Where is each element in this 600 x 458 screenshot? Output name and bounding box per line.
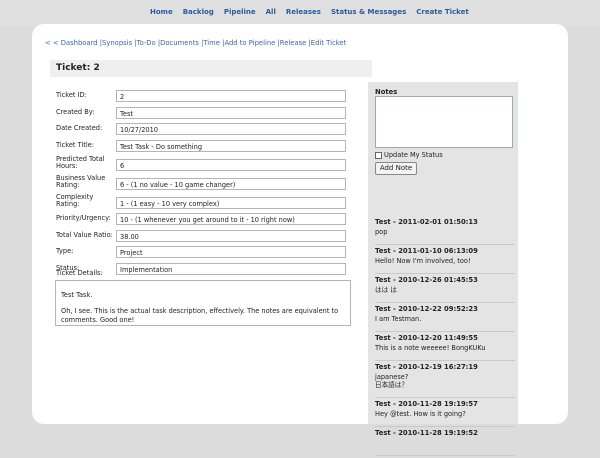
note-header: Test - 2010-12-20 11:49:55 <box>375 334 478 342</box>
note-header: Test - 2010-12-19 16:27:19 <box>375 363 478 371</box>
nav-pipeline-link[interactable]: Pipeline <box>224 8 256 16</box>
notes-sidebar: Notes Update My Status Add Note Test - 2… <box>368 82 518 456</box>
ticket-heading: Ticket: 2 <box>50 60 372 77</box>
update-status-checkbox[interactable] <box>375 151 382 159</box>
nav-create-ticket-link[interactable]: Create Ticket <box>416 8 468 16</box>
note-header: Test - 2010-11-28 19:19:52 <box>375 429 478 437</box>
field-row-created-by: Created By: Test <box>54 106 360 123</box>
field-label: Ticket ID: <box>56 91 87 99</box>
note-body: This is a note weeeee! BongKUKu <box>375 344 486 352</box>
field-label: Ticket Title: <box>56 140 94 149</box>
note-header: Test - 2010-11-28 19:19:57 <box>375 400 478 408</box>
notes-list: Test - 2011-02-01 01:50:13 pop Test - 20… <box>375 218 515 458</box>
note-body: Hello! Now I'm involved, too! <box>375 257 471 265</box>
field-row-ticket-title: Ticket Title: Test Task - Do something <box>54 139 360 156</box>
note-body: pop <box>375 228 388 236</box>
note-item: Test - 2010-11-28 19:19:57 Hey @test. Ho… <box>375 400 515 427</box>
ticket-details-label: Ticket Details: <box>56 269 103 277</box>
complexity-field[interactable]: 1 - (1 easy - 10 very complex) <box>116 197 346 209</box>
date-created-field[interactable]: 10/27/2010 <box>116 123 346 135</box>
nav-backlog-link[interactable]: Backlog <box>183 8 214 16</box>
field-label: Predicted Total Hours: <box>56 155 105 170</box>
field-row-business-value: Business Value Rating: 6 - (1 no value -… <box>54 175 360 193</box>
top-navigation: Home Backlog Pipeline All Releases Statu… <box>0 0 600 26</box>
nav-status-messages-link[interactable]: Status & Messages <box>331 8 406 16</box>
field-row-priority: Priority/Urgency: 10 - (1 whenever you g… <box>54 213 360 229</box>
priority-field[interactable]: 10 - (1 whenever you get around to it - … <box>116 213 346 225</box>
ticket-id-field[interactable]: 2 <box>116 90 346 102</box>
field-row-complexity: Complexity Rating: 1 - (1 easy - 10 very… <box>54 194 360 212</box>
field-label: Priority/Urgency: <box>56 214 111 222</box>
notes-title: Notes <box>375 88 398 96</box>
business-value-field[interactable]: 6 - (1 no value - 10 game changer) <box>116 178 346 190</box>
ticket-subnav[interactable]: < < Dashboard |Synopsis |To-Do |Document… <box>45 39 346 47</box>
details-paragraph: Oh, I see. This is the actual task descr… <box>61 307 339 324</box>
field-label: Type: <box>56 247 74 255</box>
field-label: Created By: <box>56 107 95 116</box>
notes-textarea[interactable] <box>375 96 513 148</box>
field-row-date-created: Date Created: 10/27/2010 <box>54 123 360 139</box>
note-body: japanese? 日本語は？ <box>375 373 409 389</box>
note-header: Test - 2010-12-26 01:45:53 <box>375 276 478 284</box>
note-header: Test - 2010-12-22 09:52:23 <box>375 305 478 313</box>
total-value-ratio-field[interactable]: 38.00 <box>116 229 346 242</box>
note-item: Test - 2011-02-01 01:50:13 pop <box>375 218 515 245</box>
field-row-ticket-id: Ticket ID: 2 <box>54 90 360 106</box>
note-body: Hey @test. How is it going? <box>375 410 466 418</box>
note-item: Test - 2010-12-22 09:52:23 I am Testman. <box>375 305 515 332</box>
field-label: Date Created: <box>56 124 103 132</box>
type-field[interactable]: Project <box>116 246 346 258</box>
add-note-button[interactable]: Add Note <box>375 162 417 175</box>
main-panel: < < Dashboard |Synopsis |To-Do |Document… <box>32 24 568 456</box>
note-body: はは は <box>375 286 397 294</box>
update-status-label: Update My Status <box>384 151 443 159</box>
field-row-predicted-hours: Predicted Total Hours: 6 <box>54 156 360 174</box>
field-label: Total Value Ratio: <box>56 230 113 239</box>
predicted-hours-field[interactable]: 6 <box>116 159 346 171</box>
note-header: Test - 2011-02-01 01:50:13 <box>375 218 478 226</box>
note-item: Test - 2010-12-19 16:27:19 japanese? 日本語… <box>375 363 515 398</box>
note-header: Test - 2011-01-10 06:13:09 <box>375 247 478 255</box>
field-label: Business Value Rating: <box>56 174 106 189</box>
ticket-title-field[interactable]: Test Task - Do something <box>116 139 346 152</box>
status-field[interactable]: Implementation <box>116 262 346 275</box>
update-status-row[interactable]: Update My Status <box>375 151 443 159</box>
nav-home-link[interactable]: Home <box>150 8 173 16</box>
note-item: Test - 2010-12-20 11:49:55 This is a not… <box>375 334 515 361</box>
created-by-field[interactable]: Test <box>116 106 346 119</box>
field-label: Complexity Rating: <box>56 193 94 208</box>
note-item: Test - 2010-12-26 01:45:53 はは は <box>375 276 515 303</box>
ticket-details-box[interactable]: Test Task. Oh, I see. This is the actual… <box>55 280 351 326</box>
nav-all-link[interactable]: All <box>266 8 276 16</box>
ticket-form: Ticket ID: 2 Created By: Test Date Creat… <box>54 90 360 279</box>
note-body: I am Testman. <box>375 315 422 323</box>
note-item: Test - 2011-01-10 06:13:09 Hello! Now I'… <box>375 247 515 274</box>
field-row-type: Type: Project <box>54 246 360 262</box>
top-nav-items: Home Backlog Pipeline All Releases Statu… <box>150 8 469 16</box>
nav-releases-link[interactable]: Releases <box>286 8 321 16</box>
details-paragraph: Test Task. <box>61 291 93 299</box>
field-row-total-value-ratio: Total Value Ratio: 38.00 <box>54 229 360 246</box>
note-item: Test - 2010-11-28 19:19:52 <box>375 429 515 456</box>
